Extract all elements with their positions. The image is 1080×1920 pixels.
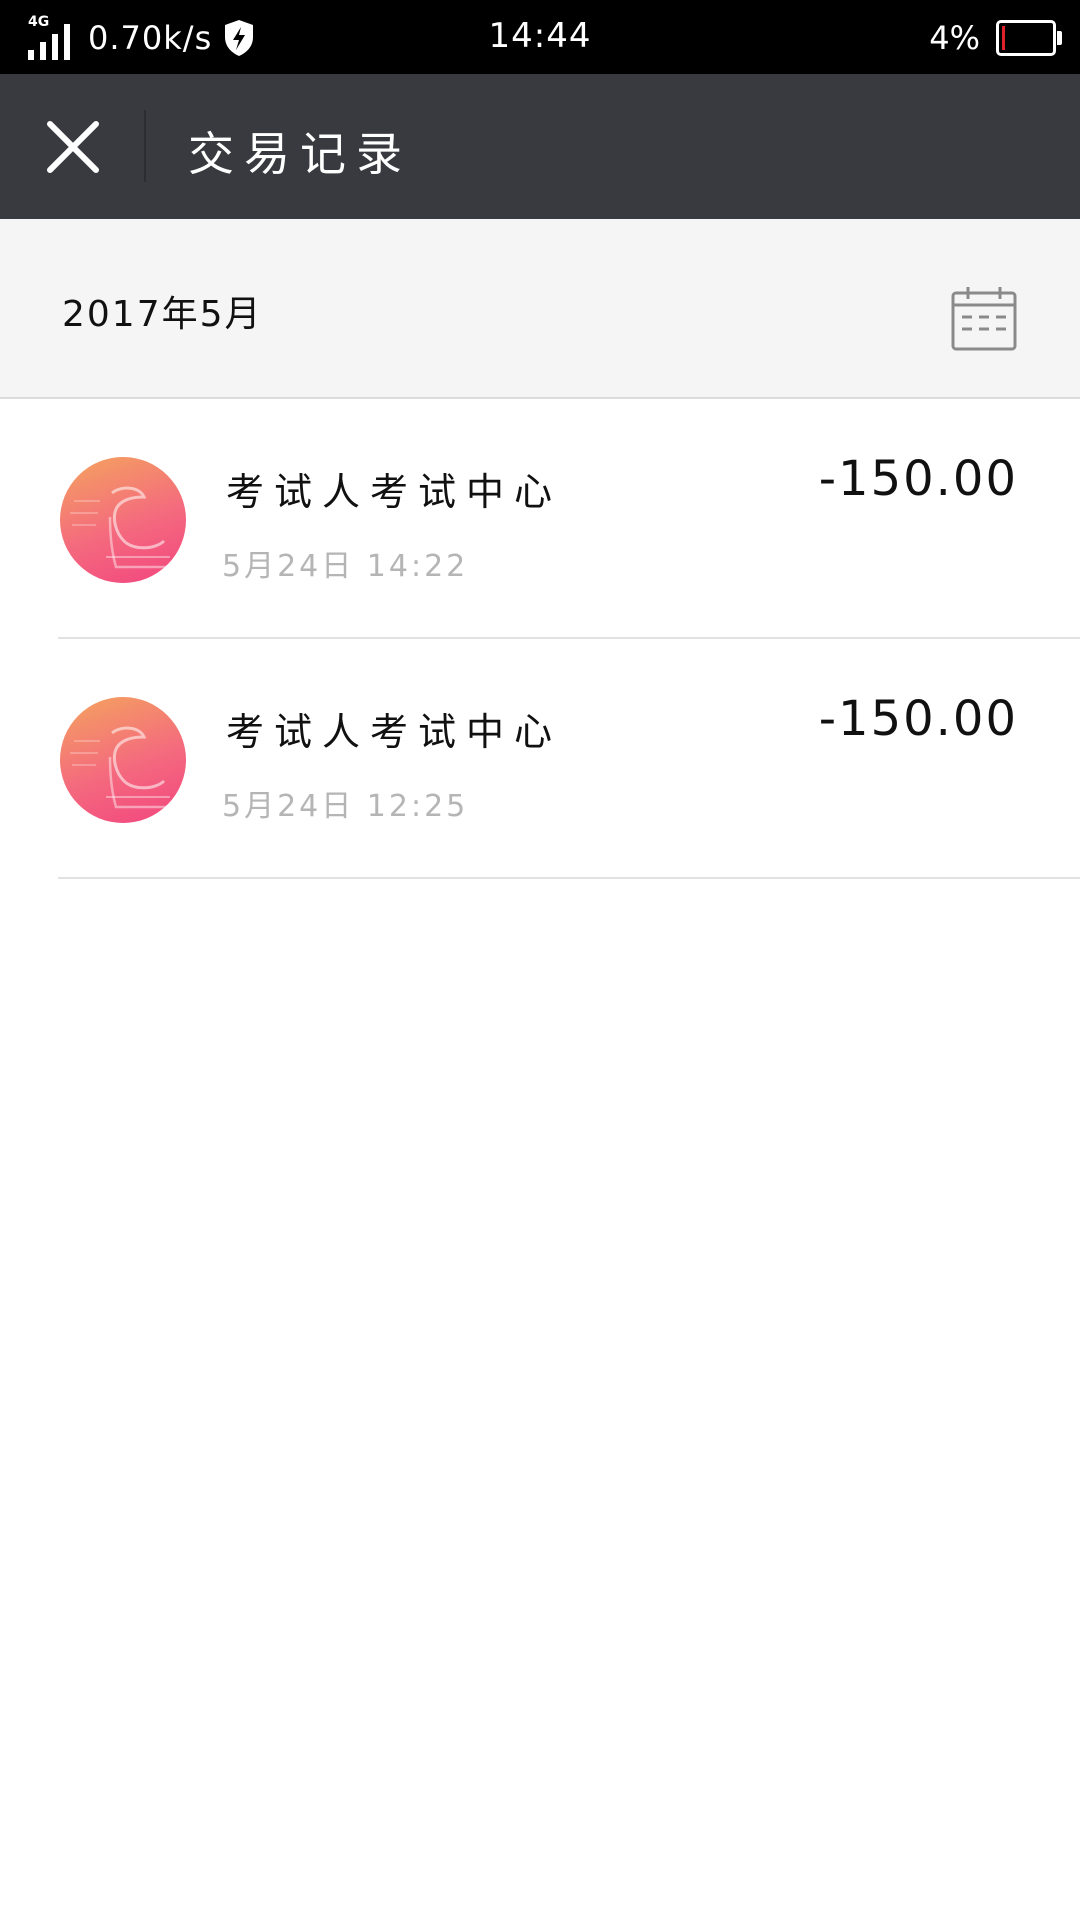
calendar-button[interactable] bbox=[950, 285, 1018, 353]
merchant-logo-icon bbox=[70, 486, 170, 569]
transaction-time: 5月24日 12:25 bbox=[222, 789, 469, 824]
battery-icon bbox=[996, 20, 1062, 56]
transaction-amount: -150.00 bbox=[818, 691, 1018, 747]
header-divider bbox=[144, 110, 146, 182]
merchant-name: 考试人考试中心 bbox=[226, 470, 563, 514]
transaction-row[interactable]: 考试人考试中心 5月24日 12:25 -150.00 bbox=[0, 639, 1080, 879]
row-divider bbox=[58, 877, 1080, 879]
transaction-time: 5月24日 14:22 bbox=[222, 549, 469, 584]
status-bar-right: 4% bbox=[929, 14, 1062, 62]
transaction-row[interactable]: 考试人考试中心 5月24日 14:22 -150.00 bbox=[0, 399, 1080, 639]
close-button[interactable] bbox=[40, 114, 106, 180]
merchant-name: 考试人考试中心 bbox=[226, 710, 563, 754]
status-bar: 4G 0.70k/s 14:44 4% bbox=[0, 0, 1080, 74]
month-label: 2017年5月 bbox=[62, 294, 263, 335]
page-title: 交易记录 bbox=[188, 127, 412, 181]
merchant-avatar bbox=[60, 457, 186, 583]
close-icon bbox=[47, 121, 99, 173]
calendar-icon bbox=[951, 287, 1017, 351]
battery-percent: 4% bbox=[929, 19, 980, 57]
merchant-logo-icon bbox=[70, 726, 170, 809]
transaction-records-screen: 4G 0.70k/s 14:44 4% 交易记录 2017年5月 考试人考试中心… bbox=[0, 0, 1080, 1920]
clock: 14:44 bbox=[488, 16, 592, 56]
transaction-list: 考试人考试中心 5月24日 14:22 -150.00 考试人考试中心 5月24… bbox=[0, 399, 1080, 879]
transaction-amount: -150.00 bbox=[818, 451, 1018, 507]
app-header: 交易记录 bbox=[0, 74, 1080, 219]
merchant-avatar bbox=[60, 697, 186, 823]
month-filter-bar: 2017年5月 bbox=[0, 219, 1080, 399]
battery-level bbox=[1002, 26, 1005, 50]
